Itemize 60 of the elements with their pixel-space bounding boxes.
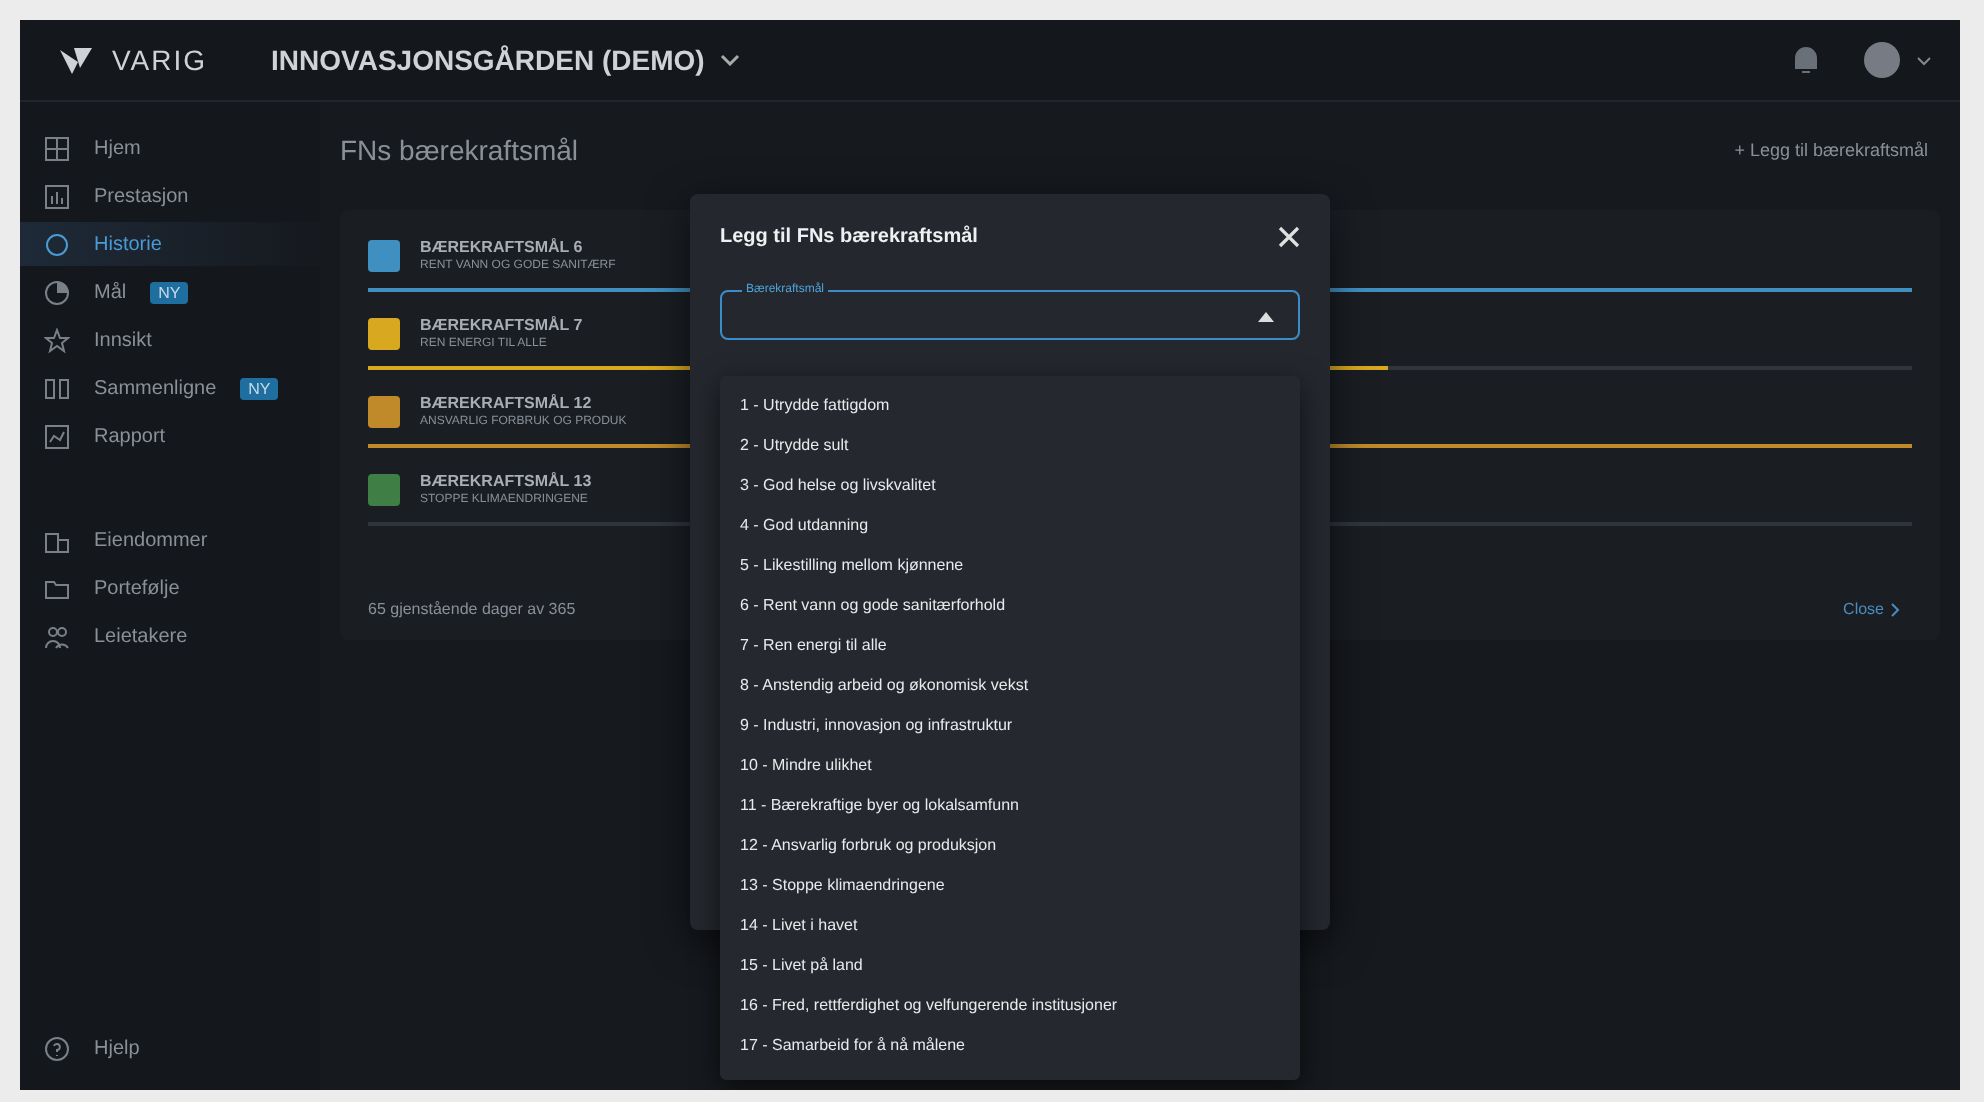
document-icon <box>44 423 70 449</box>
building-icon <box>44 527 70 553</box>
dropdown-option[interactable]: 2 - Utrydde sult <box>720 426 1300 466</box>
sidebar-item[interactable]: Hjem <box>20 126 320 170</box>
new-badge: NY <box>240 377 279 399</box>
dropdown-option[interactable]: 14 - Livet i havet <box>720 906 1300 946</box>
dropdown-option[interactable]: 17 - Samarbeid for å nå målene <box>720 1026 1300 1066</box>
chevron-icon <box>1890 601 1900 617</box>
add-goal-button[interactable]: + Legg til bærekraftsmål <box>1722 134 1940 166</box>
dropdown-option[interactable]: 16 - Fred, rettferdighet og velfungerende institusjoner <box>720 986 1300 1026</box>
dialog-title: Legg til FNs bærekraftsmål <box>720 226 978 248</box>
sidebar-item[interactable]: Prestasjon <box>20 174 320 218</box>
grid-icon <box>44 135 70 161</box>
caret-icon[interactable] <box>720 54 741 66</box>
help-icon <box>44 1035 70 1061</box>
sidebar-item[interactable]: Rapport <box>20 414 320 458</box>
dropdown-option[interactable]: 10 - Mindre ulikhet <box>720 746 1300 786</box>
close-button[interactable]: Close <box>1831 598 1912 620</box>
circle-icon <box>44 231 70 257</box>
avatar[interactable] <box>1864 42 1900 78</box>
sidebar-item[interactable]: Portefølje <box>20 566 320 610</box>
bell-icon[interactable] <box>1792 44 1820 76</box>
caret-icon[interactable] <box>1916 55 1932 65</box>
people-icon <box>44 623 70 649</box>
caret-icon <box>1258 312 1274 322</box>
dropdown-option[interactable]: 4 - God utdanning <box>720 506 1300 546</box>
folder-icon <box>44 575 70 601</box>
dropdown-option[interactable]: 7 - Ren energi til alle <box>720 626 1300 666</box>
sidebar-item[interactable]: Innsikt <box>20 318 320 362</box>
columns-icon <box>44 375 70 401</box>
pie-icon <box>44 279 70 305</box>
sidebar-item[interactable]: Eiendommer <box>20 518 320 562</box>
goal-title: BÆREKRAFTSMÅL 7 <box>420 316 583 334</box>
sidebar-item[interactable]: Leietakere <box>20 614 320 658</box>
workspace-selector[interactable]: INNOVASJONSGÅRDEN (DEMO) <box>271 44 705 76</box>
new-badge: NY <box>150 281 189 303</box>
dropdown-option[interactable]: 13 - Stoppe klimaendringene <box>720 866 1300 906</box>
days-remaining: 65 gjenstående dager av 365 <box>368 600 576 618</box>
dropdown-option[interactable]: 1 - Utrydde fattigdom <box>720 386 1300 426</box>
dropdown-option[interactable]: 11 - Bærekraftige byer og lokalsamfunn <box>720 786 1300 826</box>
brand-name: VARIG <box>112 44 208 76</box>
dropdown-option[interactable]: 5 - Likestilling mellom kjønnene <box>720 546 1300 586</box>
sidebar-item[interactable]: Sammenligne NY <box>20 366 320 410</box>
chart-icon <box>44 183 70 209</box>
dropdown-option[interactable]: 12 - Ansvarlig forbruk og produksjon <box>720 826 1300 866</box>
star-icon <box>44 327 70 353</box>
goal-title: BÆREKRAFTSMÅL 13 <box>420 472 592 490</box>
dropdown-option[interactable]: 3 - God helse og livskvalitet <box>720 466 1300 506</box>
close-icon[interactable] <box>1278 226 1300 248</box>
dropdown-option[interactable]: 6 - Rent vann og gode sanitærforhold <box>720 586 1300 626</box>
goal-title: BÆREKRAFTSMÅL 12 <box>420 394 594 412</box>
leaf-logo-icon <box>56 44 96 76</box>
help-link[interactable]: Hjelp <box>20 1026 320 1070</box>
dropdown-option[interactable]: 8 - Anstendig arbeid og økonomisk vekst <box>720 666 1300 706</box>
dropdown-option[interactable]: 15 - Livet på land <box>720 946 1300 986</box>
dropdown-option[interactable]: 9 - Industri, innovasjon og infrastruktur <box>720 706 1300 746</box>
page-title: FNs bærekraftsmål <box>340 134 579 166</box>
sidebar-item[interactable]: Historie <box>20 222 320 266</box>
goal-title: BÆREKRAFTSMÅL 6 <box>420 238 585 256</box>
sidebar-item[interactable]: Mål NY <box>20 270 320 314</box>
